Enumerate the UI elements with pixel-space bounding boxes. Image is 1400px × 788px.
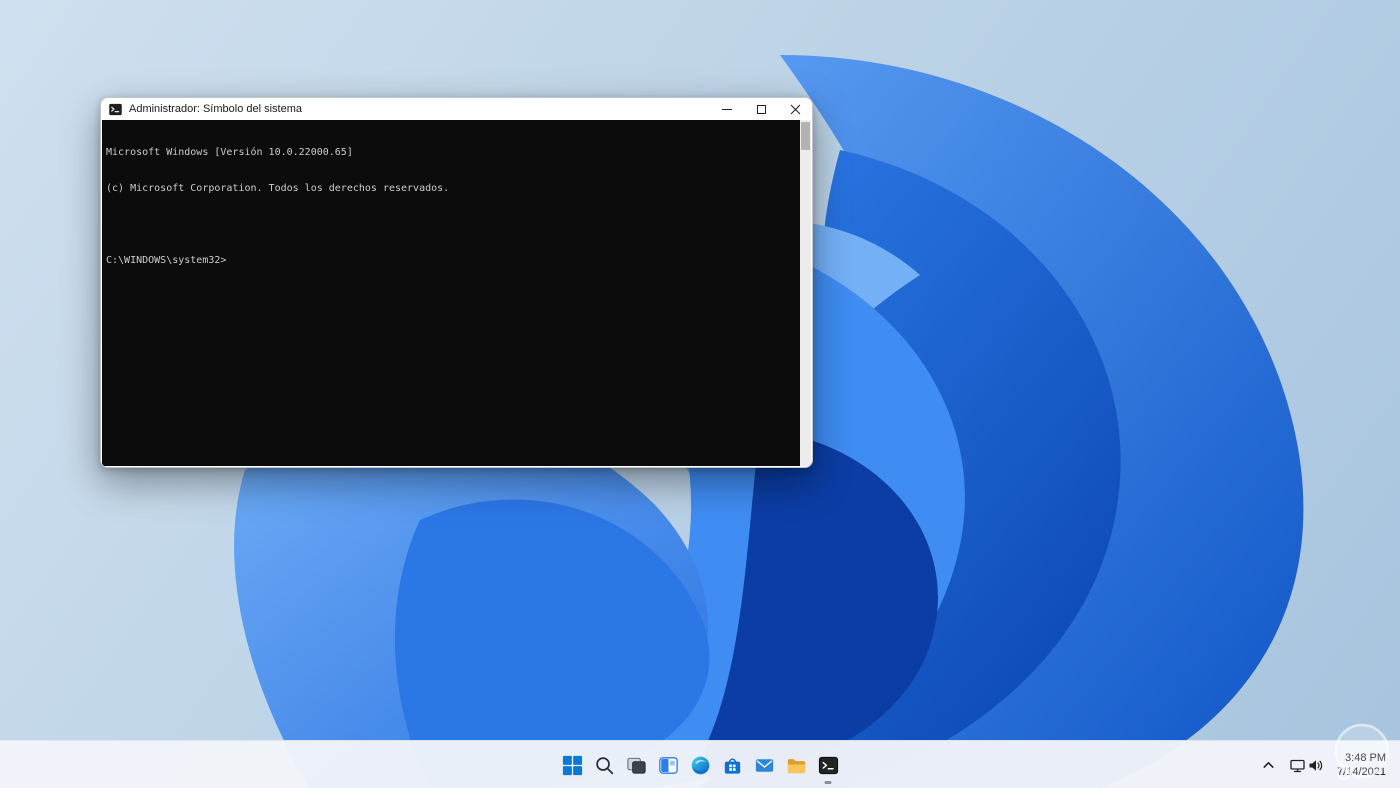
close-button[interactable] <box>778 98 812 120</box>
terminal-line: Microsoft Windows [Versión 10.0.22000.65… <box>106 147 353 158</box>
clock-date: 7/14/2021 <box>1337 766 1386 778</box>
search-button[interactable] <box>588 745 620 785</box>
cmd-window-controls <box>710 98 812 120</box>
microsoft-store-button[interactable] <box>716 745 748 785</box>
close-icon <box>790 104 800 114</box>
command-prompt-icon <box>818 756 838 774</box>
file-explorer-button[interactable] <box>780 745 812 785</box>
taskbar-center-icons <box>556 741 844 788</box>
maximize-icon <box>756 104 766 114</box>
minimize-icon <box>722 108 732 110</box>
maximize-button[interactable] <box>744 98 778 120</box>
desktop: Administrador: Símbolo del sistema Micro… <box>0 0 1400 788</box>
minimize-button[interactable] <box>710 98 744 120</box>
file-explorer-icon <box>787 758 805 773</box>
start-button[interactable] <box>556 745 588 785</box>
clock[interactable]: 3:48 PM 7/14/2021 <box>1331 745 1394 785</box>
edge-icon <box>691 756 709 774</box>
widgets-icon <box>658 756 678 774</box>
volume-icon <box>1309 759 1323 771</box>
taskbar: 3:48 PM 7/14/2021 <box>0 740 1400 788</box>
microsoft-store-icon <box>724 758 740 774</box>
search-icon <box>595 756 613 774</box>
mail-button[interactable] <box>748 745 780 785</box>
widgets-button[interactable] <box>652 745 684 785</box>
cmd-titlebar[interactable]: Administrador: Símbolo del sistema <box>101 98 812 120</box>
cmd-window: Administrador: Símbolo del sistema Micro… <box>100 97 813 468</box>
terminal-line: (c) Microsoft Corporation. Todos los der… <box>106 183 450 194</box>
active-app-indicator <box>824 781 832 784</box>
terminal-prompt-line: C:\WINDOWS\system32> <box>106 255 227 266</box>
network-icon <box>1290 759 1305 772</box>
system-tray: 3:48 PM 7/14/2021 <box>1255 741 1394 788</box>
edge-button[interactable] <box>684 745 716 785</box>
terminal-scrollbar[interactable] <box>800 120 811 466</box>
windows-start-icon <box>562 755 582 775</box>
terminal-scrollbar-thumb[interactable] <box>801 122 810 150</box>
mail-icon <box>755 758 773 772</box>
network-volume-button[interactable] <box>1284 747 1329 783</box>
hidden-icons-button[interactable] <box>1255 747 1282 783</box>
clock-time: 3:48 PM <box>1345 752 1386 764</box>
cmd-app-icon <box>109 103 122 115</box>
task-view-button[interactable] <box>620 745 652 785</box>
cmd-window-title: Administrador: Símbolo del sistema <box>129 103 303 115</box>
command-prompt-taskbar-button[interactable] <box>812 745 844 785</box>
task-view-icon <box>626 757 646 774</box>
terminal-output: Microsoft Windows [Versión 10.0.22000.65… <box>106 123 797 291</box>
chevron-up-icon <box>1263 761 1274 768</box>
terminal-area[interactable]: Microsoft Windows [Versión 10.0.22000.65… <box>102 120 811 466</box>
